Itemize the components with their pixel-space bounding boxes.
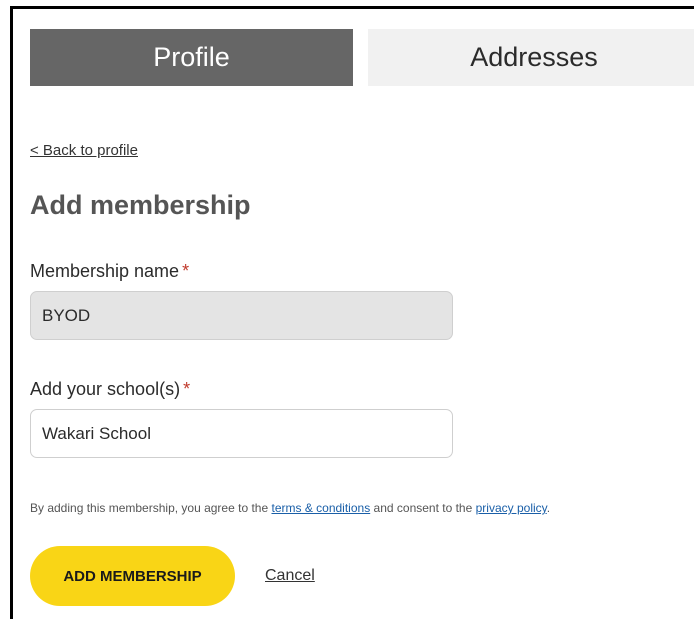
membership-name-label: Membership name *	[30, 261, 189, 282]
tab-profile[interactable]: Profile	[30, 29, 353, 86]
consent-middle: and consent to the	[370, 501, 476, 515]
required-marker: *	[183, 379, 191, 399]
required-marker: *	[182, 261, 190, 281]
school-label-text: Add your school(s)	[30, 379, 181, 399]
tab-profile-label: Profile	[153, 42, 230, 72]
membership-name-label-text: Membership name	[30, 261, 180, 281]
privacy-policy-link[interactable]: privacy policy	[476, 501, 547, 515]
consent-text: By adding this membership, you agree to …	[30, 501, 550, 515]
consent-suffix: .	[546, 501, 551, 515]
membership-name-input[interactable]	[30, 291, 453, 340]
cancel-link[interactable]: Cancel	[265, 567, 315, 585]
page-frame: Profile Addresses < Back to profile Add …	[10, 6, 694, 619]
page-title: Add membership	[30, 190, 251, 220]
terms-conditions-link[interactable]: terms & conditions	[271, 501, 370, 515]
tab-bar: Profile Addresses	[30, 29, 694, 86]
back-to-profile-link[interactable]: < Back to profile	[30, 142, 138, 159]
tab-addresses-label: Addresses	[470, 42, 598, 72]
school-label: Add your school(s) *	[30, 379, 190, 400]
consent-prefix: By adding this membership, you agree to …	[30, 501, 272, 515]
tab-addresses[interactable]: Addresses	[368, 29, 694, 86]
school-input[interactable]	[30, 409, 453, 458]
add-membership-button[interactable]: ADD MEMBERSHIP	[30, 546, 235, 606]
